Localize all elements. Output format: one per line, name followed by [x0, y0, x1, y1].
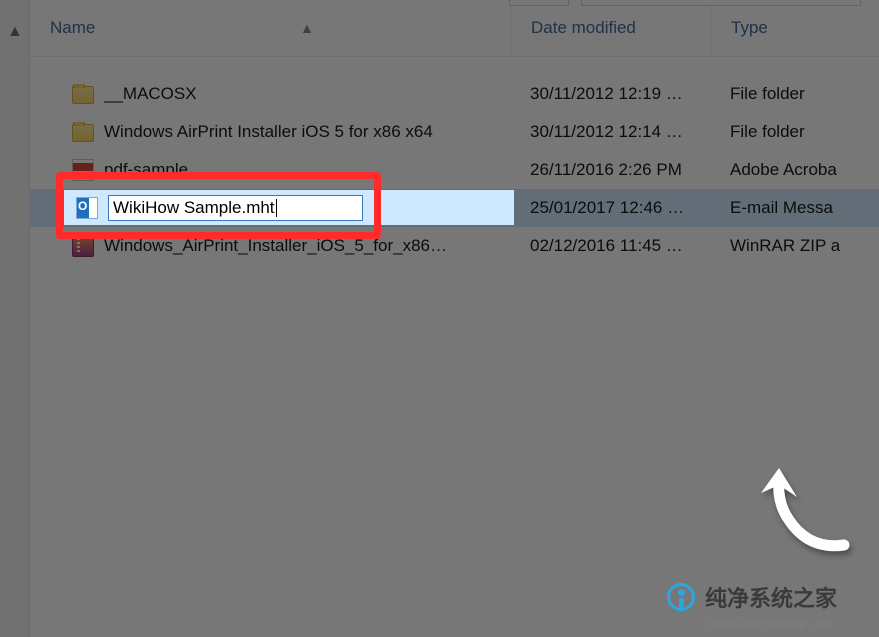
watermark-logo-icon — [667, 583, 695, 611]
text-caret — [276, 199, 277, 217]
rename-input-value: WikiHow Sample.mht — [113, 197, 275, 219]
watermark-brand: 纯净系统之家 — [667, 581, 837, 613]
watermark-brand-text: 纯净系统之家 — [705, 581, 837, 613]
watermark-url: www.kzmyhome.com — [707, 616, 837, 631]
tutorial-arrow-icon — [749, 465, 859, 565]
rename-input[interactable]: WikiHow Sample.mht — [108, 195, 363, 221]
outlook-icon — [76, 197, 98, 219]
tutorial-dim-overlay — [0, 0, 879, 637]
rename-row-highlight: WikiHow Sample.mht — [64, 190, 514, 225]
